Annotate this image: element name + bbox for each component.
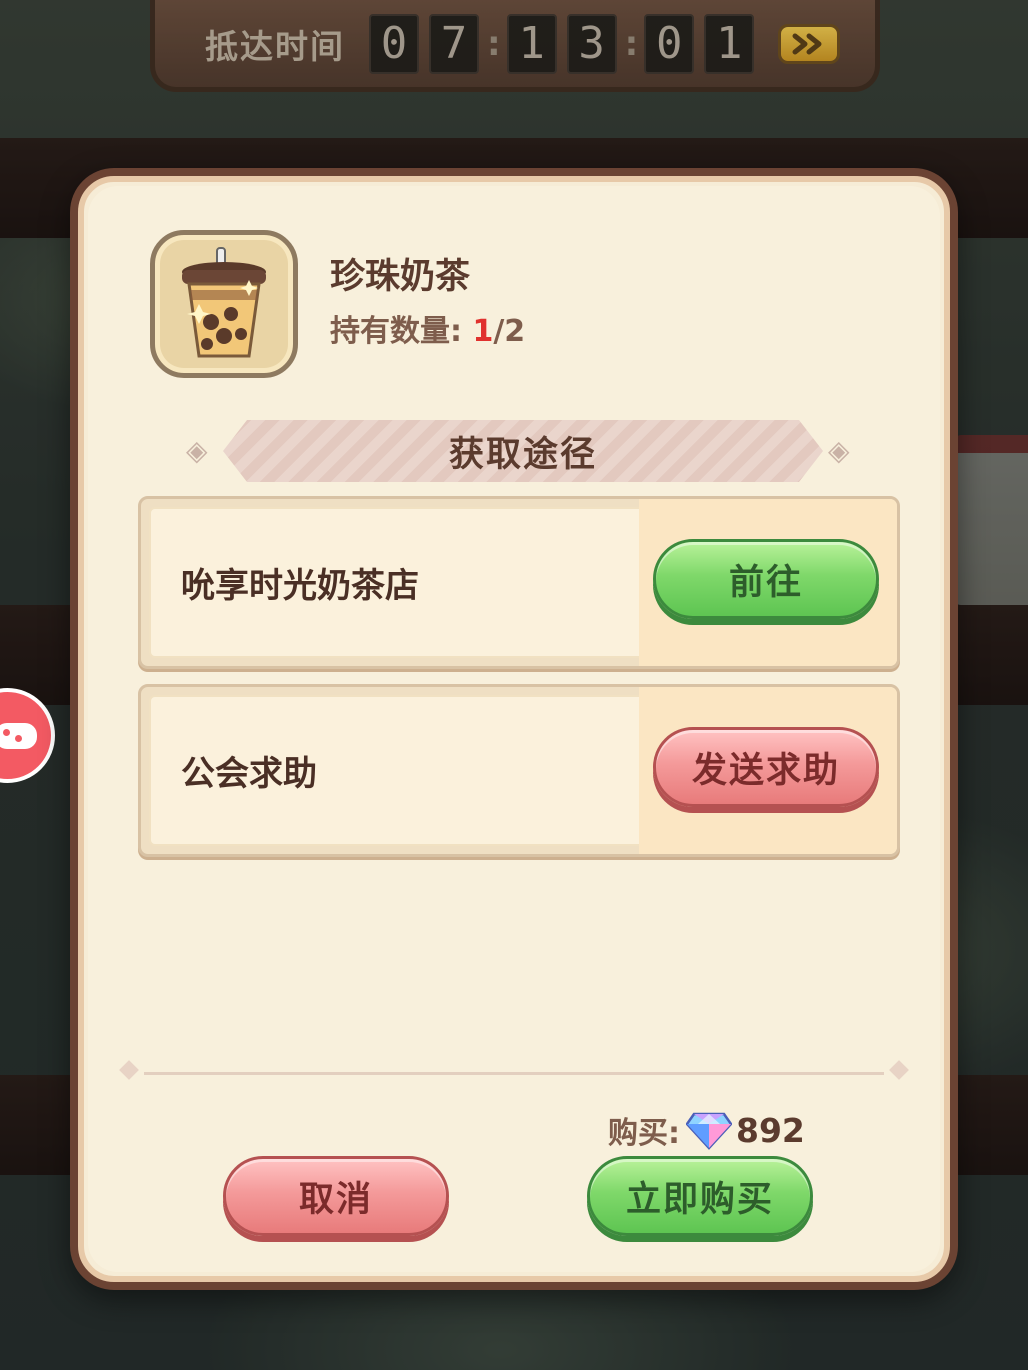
ribbon-ornament-left: ◈ xyxy=(186,434,208,467)
item-count-total: /2 xyxy=(493,314,526,349)
timer-digit: 0 xyxy=(644,13,695,74)
ribbon-ornament-right: ◈ xyxy=(828,434,850,467)
timer-digit: 0 xyxy=(369,13,419,74)
divider xyxy=(144,1072,884,1075)
source-name: 吮享时光奶茶店 xyxy=(181,566,419,606)
item-count-label: 持有数量: xyxy=(330,314,462,349)
source-card-guild-help: 公会求助 发送求助 xyxy=(138,684,900,857)
source-card-milk-tea-shop: 吮享时光奶茶店 前往 xyxy=(138,496,900,669)
item-count: 持有数量: 1/2 xyxy=(330,306,525,350)
timer-digit: 1 xyxy=(704,13,755,74)
item-name: 珍珠奶茶 xyxy=(330,257,471,297)
timer-label: 抵达时间 xyxy=(205,26,345,66)
timer-digit: 7 xyxy=(429,13,479,74)
item-source-dialog: 珍珠奶茶 持有数量: 1/2 ◈ 获取途径 ◈ 吮享时光奶茶店 前往 公会求助 … xyxy=(70,168,958,1290)
timer-separator: : xyxy=(624,23,639,64)
section-ribbon: 获取途径 xyxy=(223,420,823,482)
item-icon-frame xyxy=(150,230,298,378)
arrival-timer-bar: 抵达时间 0 7 : 1 3 : 0 1 xyxy=(150,0,880,92)
divider-ornament xyxy=(119,1060,139,1080)
divider-ornament xyxy=(889,1060,909,1080)
purchase-price: 购买: 892 xyxy=(608,1108,805,1152)
fast-forward-icon xyxy=(792,33,822,54)
section-title: 获取途径 xyxy=(448,434,597,475)
dialog-frame: 珍珠奶茶 持有数量: 1/2 ◈ 获取途径 ◈ 吮享时光奶茶店 前往 公会求助 … xyxy=(78,176,950,1282)
bubble-tea-icon xyxy=(182,247,266,358)
dialog-body: 珍珠奶茶 持有数量: 1/2 ◈ 获取途径 ◈ 吮享时光奶茶店 前往 公会求助 … xyxy=(88,186,940,1272)
gamepad-icon xyxy=(0,722,37,749)
timer-digit: 3 xyxy=(566,13,617,74)
send-help-request-button[interactable]: 发送求助 xyxy=(653,727,879,807)
diamond-gem-icon xyxy=(686,1112,732,1150)
fast-forward-button[interactable] xyxy=(778,23,841,64)
item-count-have: 1 xyxy=(472,314,494,349)
timer-digit: 1 xyxy=(506,13,557,74)
go-to-button[interactable]: 前往 xyxy=(653,539,879,619)
cancel-button[interactable]: 取消 xyxy=(223,1156,449,1236)
purchase-label: 购买: xyxy=(608,1116,680,1151)
timer-separator: : xyxy=(487,23,501,64)
source-name: 公会求助 xyxy=(181,754,317,794)
buy-now-button[interactable]: 立即购买 xyxy=(587,1156,813,1236)
purchase-price-value: 892 xyxy=(736,1110,805,1150)
